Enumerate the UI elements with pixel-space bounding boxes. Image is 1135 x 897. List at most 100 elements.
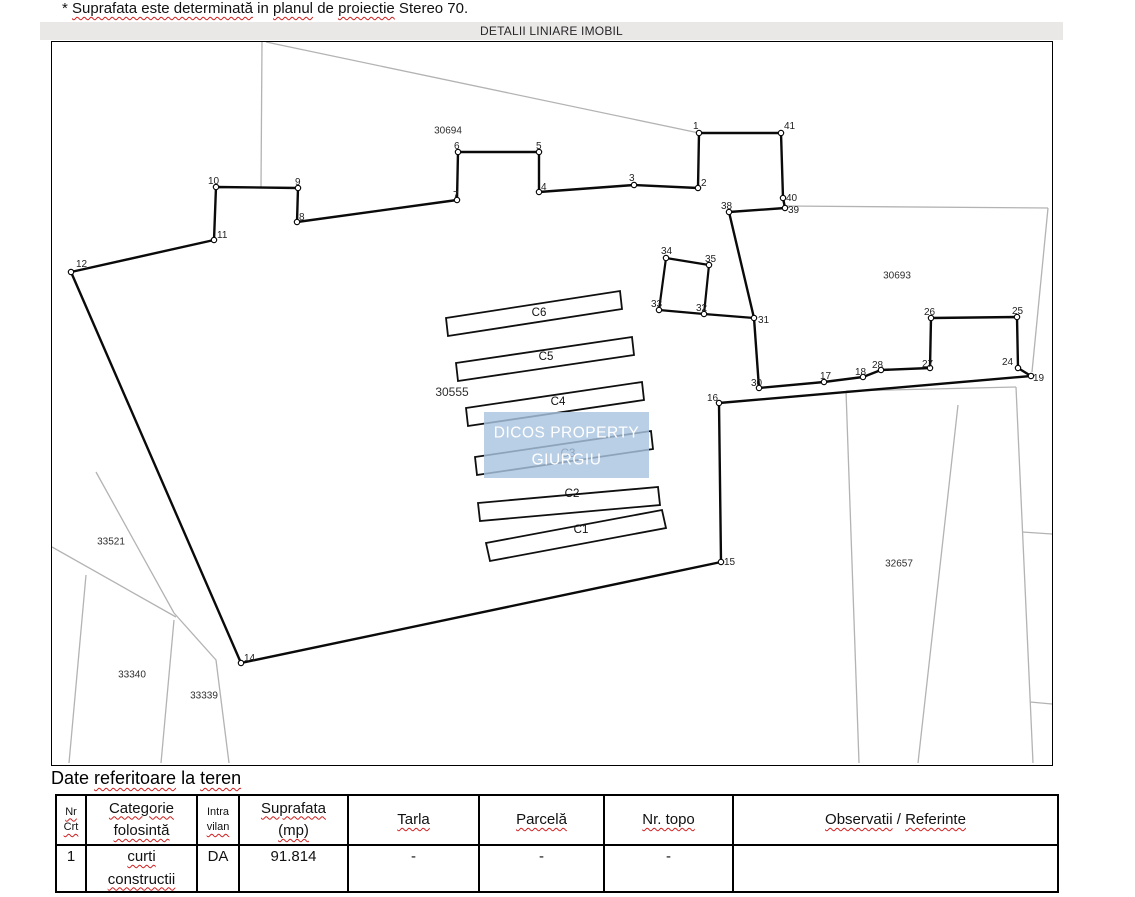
vertex-label: 5 — [536, 141, 542, 152]
table-cell: - — [479, 845, 604, 892]
text-run: planul — [273, 0, 313, 17]
text-run: 91.814 — [271, 848, 317, 865]
vertex-label: 10 — [208, 176, 220, 187]
vertex-marker — [1015, 365, 1020, 370]
gray-parcel-line — [846, 391, 859, 763]
vertex-marker — [211, 237, 216, 242]
text-run: (mp) — [278, 822, 309, 839]
building-label: C1 — [574, 524, 589, 536]
vertex-marker — [780, 195, 785, 200]
gray-parcel-line — [69, 575, 86, 763]
vertex-label: 12 — [76, 259, 88, 270]
table-body: 1curticonstructiiDA91.814--- — [56, 845, 1058, 892]
column-header: Nr. topo — [604, 795, 733, 845]
text-run: teren — [200, 768, 241, 788]
vertex-label: 33 — [651, 299, 663, 310]
column-header: Suprafata (mp) — [239, 795, 348, 845]
watermark-text: DICOS PROPERTY — [494, 425, 639, 442]
vertex-label: 8 — [299, 212, 305, 223]
vertex-marker — [695, 185, 700, 190]
vertex-label: 34 — [661, 246, 673, 257]
vertex-label: 25 — [1012, 306, 1024, 317]
parcel-number-label: 33339 — [190, 691, 218, 702]
text-run: - — [666, 848, 671, 865]
table-cell: 91.814 — [239, 845, 348, 892]
vertex-label: 14 — [244, 653, 256, 664]
vertex-label: 39 — [788, 205, 800, 216]
gray-parcel-line — [261, 42, 262, 188]
gray-parcel-line — [1022, 532, 1052, 534]
text-run: Nr. topo — [642, 811, 695, 828]
vertex-label: 11 — [217, 230, 228, 241]
text-run: Stereo 70. — [395, 0, 468, 17]
parcel-number-label: 30693 — [883, 271, 911, 282]
vertex-label: 18 — [855, 367, 867, 378]
vertex-label: 1 — [693, 121, 699, 132]
detail-panel-title-text: DETALII LINIARE IMOBIL — [480, 24, 623, 38]
text-run: Nr — [65, 806, 77, 818]
text-run: - — [411, 848, 416, 865]
gray-parcel-line — [918, 405, 958, 763]
table-cell — [733, 845, 1058, 892]
watermark-text: GIURGIU — [532, 452, 602, 469]
column-header: Observatii / Referinte — [733, 795, 1058, 845]
text-run: constructii — [108, 871, 176, 888]
gray-parcel-line — [1030, 702, 1052, 704]
gray-parcel-line — [266, 42, 699, 133]
table-cell: DA — [197, 845, 239, 892]
vertex-label: 16 — [707, 393, 719, 404]
text-run: Categorie — [109, 800, 174, 817]
teren-table: NrCrtCategoriefolosintăIntravilanSuprafa… — [55, 794, 1059, 893]
table-head: NrCrtCategoriefolosintăIntravilanSuprafa… — [56, 795, 1058, 845]
section-title: Date referitoare la teren — [51, 768, 241, 789]
vertex-label: 17 — [820, 371, 832, 382]
column-header: Parcelă — [479, 795, 604, 845]
text-run: - — [539, 848, 544, 865]
vertex-label: 24 — [1002, 357, 1014, 368]
text-run: 1 — [67, 848, 75, 865]
text-run: * — [62, 0, 72, 17]
vertex-label: 28 — [872, 360, 884, 371]
text-run: Observatii — [825, 811, 893, 828]
vertex-marker — [782, 205, 787, 210]
parcel-number-label: 30555 — [435, 385, 469, 399]
building-label: C5 — [539, 351, 554, 363]
vertex-label: 26 — [924, 307, 936, 318]
column-header: Nr Crt — [56, 795, 86, 845]
building-label: C2 — [565, 488, 580, 500]
text-run: Referinte — [905, 811, 966, 828]
vertex-marker — [751, 315, 756, 320]
text-run: Suprafata este determinată — [72, 0, 253, 17]
vertex-label: 32 — [696, 303, 708, 314]
text-run: Intra — [207, 806, 229, 818]
building-label: C6 — [532, 307, 547, 319]
gray-parcel-line — [174, 613, 229, 763]
text-run: in — [253, 0, 273, 17]
text-run: folosintă — [114, 822, 170, 839]
vertex-label: 4 — [541, 182, 547, 193]
vertex-label: 19 — [1033, 373, 1045, 384]
table-cell: - — [604, 845, 733, 892]
table-row: 1curticonstructiiDA91.814--- — [56, 845, 1058, 892]
vertex-marker — [238, 660, 243, 665]
table-cell: - — [348, 845, 479, 892]
text-run: Suprafata — [261, 800, 326, 817]
parcel-number-label: 33340 — [118, 670, 146, 681]
boundary-segment — [704, 314, 754, 318]
vertex-label: 27 — [922, 359, 934, 370]
parcel-number-label: 33521 — [97, 537, 125, 548]
vertex-label: 40 — [786, 193, 798, 204]
text-run: Crt — [64, 821, 79, 833]
plan-svg: C6C5C4C3C2C1DICOS PROPERTYGIURGIU1234567… — [52, 42, 1052, 765]
gray-parcel-line — [1016, 387, 1033, 763]
text-run: Date — [51, 768, 94, 788]
vertex-label: 3 — [629, 173, 635, 184]
text-run: la — [176, 768, 200, 788]
detail-panel-title: DETALII LINIARE IMOBIL — [40, 22, 1063, 40]
vertex-label: 15 — [724, 557, 736, 568]
column-header: Intravilan — [197, 795, 239, 845]
table-header-row: NrCrtCategoriefolosintăIntravilanSuprafa… — [56, 795, 1058, 845]
cadastral-plan: C6C5C4C3C2C1DICOS PROPERTYGIURGIU1234567… — [51, 41, 1053, 766]
vertex-label: 31 — [758, 315, 770, 326]
vertex-marker — [778, 130, 783, 135]
